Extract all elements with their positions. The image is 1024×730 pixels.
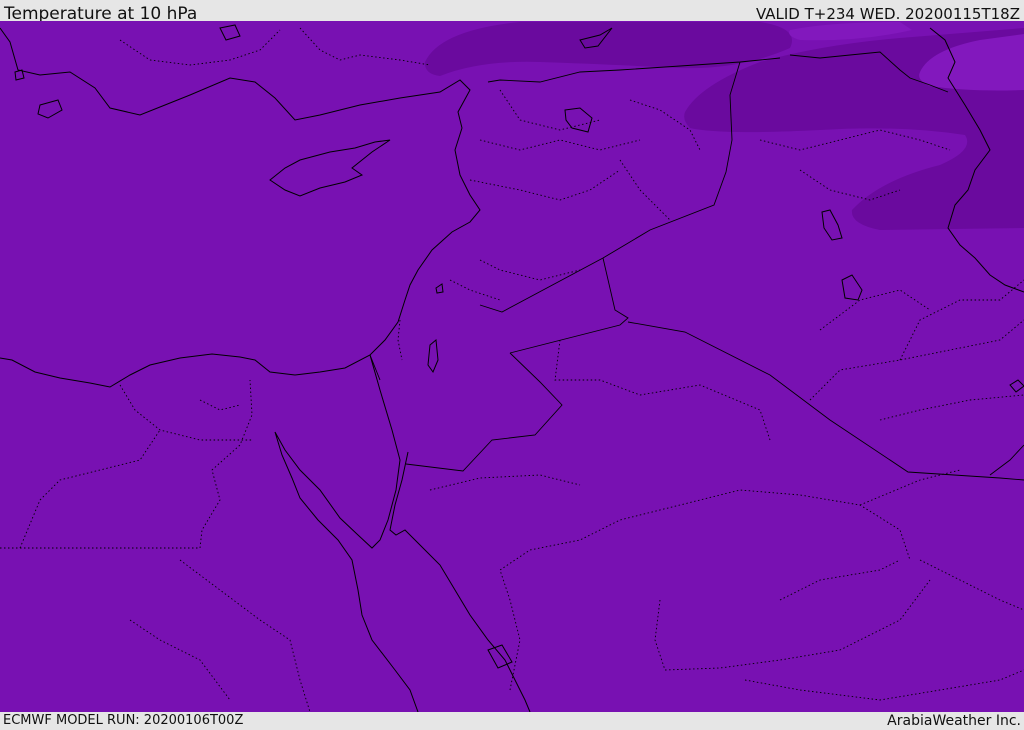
credit-label: ArabiaWeather Inc. [887,713,1021,729]
header-bar: Temperature at 10 hPa VALID T+234 WED. 2… [0,0,1024,24]
model-run-label: ECMWF MODEL RUN: 20200106T00Z [3,713,244,728]
light-patch-n [789,22,912,41]
weather-map[interactable] [0,21,1024,712]
admin-borders [0,27,1024,712]
